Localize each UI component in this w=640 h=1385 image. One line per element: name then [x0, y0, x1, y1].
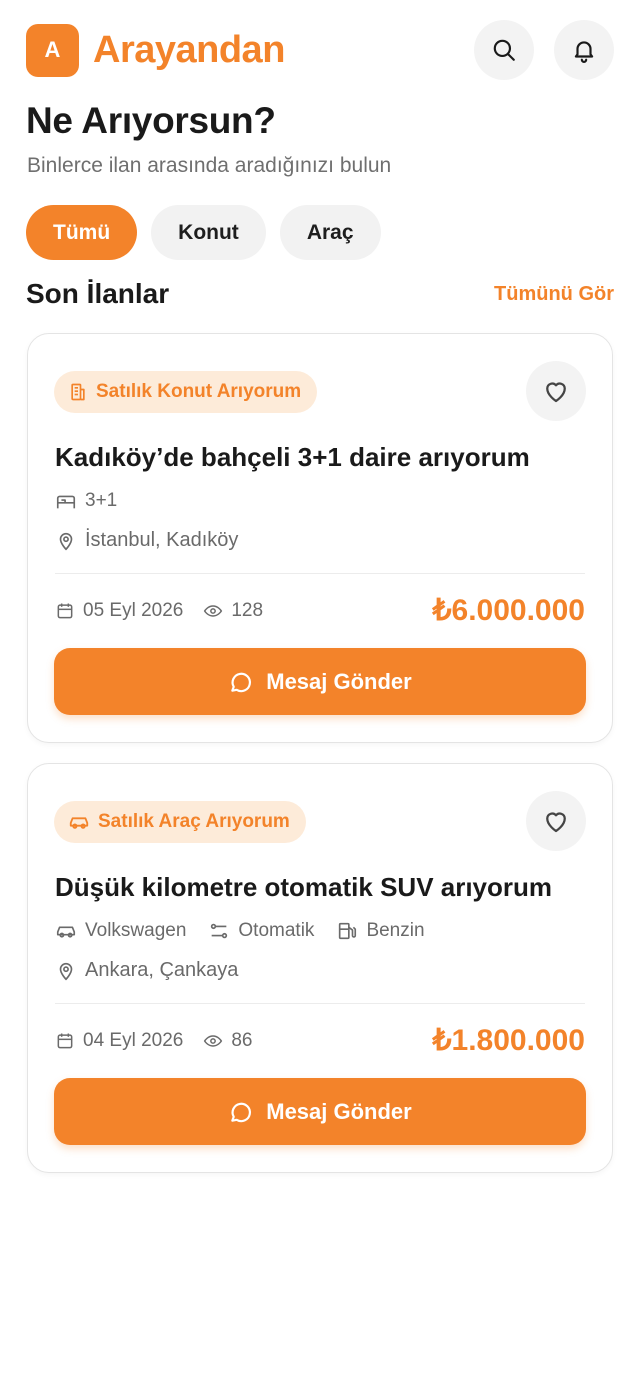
- chat-bubble-icon: [231, 672, 252, 692]
- listing-tag-label: Satılık Konut Arıyorum: [96, 381, 302, 402]
- see-all-link[interactable]: Tümünü Gör: [494, 283, 614, 306]
- send-message-button[interactable]: Mesaj Gönder: [54, 1078, 586, 1145]
- spec-label: 3+1: [85, 490, 118, 511]
- map-pin-icon: [59, 532, 73, 550]
- send-message-label: Mesaj Gönder: [266, 1098, 412, 1124]
- listing-views: 86: [203, 1030, 253, 1052]
- section-title: Son İlanlar: [26, 278, 170, 309]
- location-label: Ankara, Çankaya: [85, 959, 239, 981]
- listing-date: 04 Eyl 2026: [55, 1030, 183, 1052]
- chat-bubble-icon: [231, 1102, 252, 1122]
- listing-date: 05 Eyl 2026: [55, 600, 183, 622]
- favorite-button[interactable]: [526, 791, 586, 851]
- spec-label: Benzin: [366, 920, 425, 941]
- logo: A: [26, 23, 79, 77]
- section-header: Son İlanlar Tümünü Gör: [26, 278, 614, 310]
- spec-fuel: Benzin: [336, 920, 425, 942]
- spec-label: Volkswagen: [85, 920, 187, 941]
- listing-meta: 05 Eyl 2026 128: [55, 600, 263, 622]
- car-icon: [56, 926, 76, 938]
- header-actions: [474, 20, 614, 80]
- spec-transmission: Otomatik: [208, 920, 314, 942]
- listing-specs: Volkswagen Otomatik Benzin: [55, 920, 425, 942]
- listing-specs: 3+1: [55, 490, 117, 512]
- heart-icon: [546, 812, 566, 833]
- page-title: Ne Arıyorsun?: [26, 100, 276, 141]
- spec-rooms: 3+1: [55, 490, 117, 512]
- views-label: 128: [231, 600, 264, 621]
- category-filters: Tümü Konut Araç: [26, 205, 381, 260]
- favorite-button[interactable]: [526, 361, 586, 421]
- location-label: İstanbul, Kadıköy: [85, 529, 239, 551]
- spec-label: Otomatik: [238, 920, 315, 941]
- send-message-label: Mesaj Gönder: [266, 668, 412, 694]
- calendar-icon: [57, 603, 73, 619]
- listing-location: İstanbul, Kadıköy: [55, 529, 238, 552]
- listing-price: ₺6.000.000: [432, 594, 585, 627]
- date-label: 04 Eyl 2026: [83, 1030, 184, 1051]
- listing-views: 128: [203, 600, 263, 622]
- views-label: 86: [231, 1030, 253, 1051]
- notifications-button[interactable]: [554, 20, 614, 80]
- filter-chip-vehicle[interactable]: Araç: [279, 205, 381, 260]
- app-header: A Arayandan: [26, 20, 614, 80]
- map-pin-icon: [59, 962, 73, 980]
- listing-price: ₺1.800.000: [432, 1024, 585, 1057]
- listing-meta: 04 Eyl 2026 86: [55, 1030, 253, 1052]
- listing-card[interactable]: Satılık Araç Arıyorum Düşük kilometre ot…: [27, 763, 613, 1173]
- listing-card[interactable]: Satılık Konut Arıyorum Kadıköy’de bahçel…: [27, 333, 613, 743]
- divider: [55, 1003, 585, 1004]
- building-icon: [71, 383, 85, 401]
- filter-chip-all[interactable]: Tümü: [26, 205, 138, 260]
- listing-tag: Satılık Araç Arıyorum: [54, 801, 306, 843]
- brand[interactable]: A Arayandan: [26, 23, 285, 77]
- listing-title[interactable]: Düşük kilometre otomatik SUV arıyorum: [55, 872, 552, 903]
- spec-brand: Volkswagen: [55, 920, 186, 942]
- heart-icon: [546, 382, 566, 403]
- date-label: 05 Eyl 2026: [83, 600, 184, 621]
- bed-icon: [56, 495, 76, 509]
- eye-icon: [204, 1035, 223, 1047]
- search-icon: [493, 39, 515, 61]
- gear-shift-icon: [211, 923, 228, 939]
- eye-icon: [204, 605, 223, 617]
- listing-title[interactable]: Kadıköy’de bahçeli 3+1 daire arıyorum: [55, 442, 530, 473]
- calendar-icon: [57, 1033, 73, 1049]
- fuel-icon: [339, 922, 357, 940]
- search-button[interactable]: [474, 20, 534, 80]
- divider: [55, 573, 585, 574]
- filter-chip-housing[interactable]: Konut: [151, 205, 266, 260]
- send-message-button[interactable]: Mesaj Gönder: [54, 648, 586, 715]
- listing-tag-label: Satılık Araç Arıyorum: [98, 811, 290, 832]
- car-icon: [69, 817, 89, 829]
- bell-icon: [574, 41, 594, 63]
- listing-tag: Satılık Konut Arıyorum: [54, 371, 318, 413]
- page-subtitle: Binlerce ilan arasında aradığınızı bulun: [27, 154, 392, 177]
- listing-location: Ankara, Çankaya: [55, 959, 238, 982]
- brand-name: Arayandan: [93, 28, 285, 71]
